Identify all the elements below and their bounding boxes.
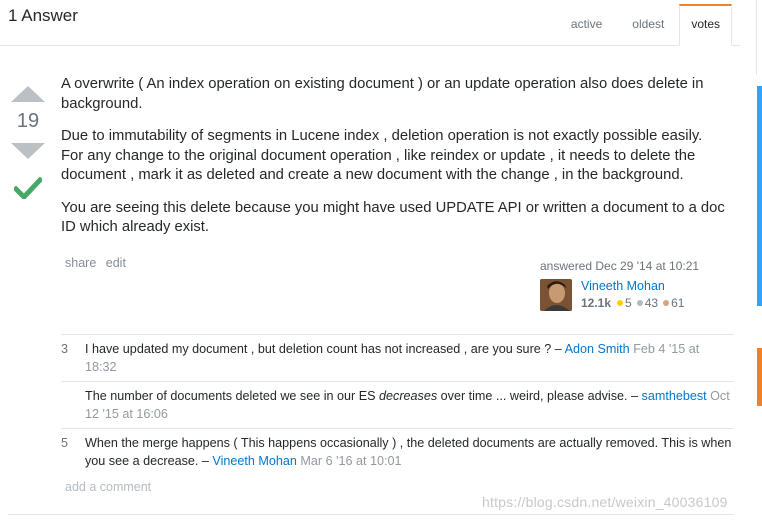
vote-cell: 19 xyxy=(10,86,46,204)
answer-paragraph: A overwrite ( An index operation on exis… xyxy=(61,76,704,112)
comment-text: The number of documents deleted we see i… xyxy=(85,389,380,403)
comment-user-link[interactable]: Vineeth Mohan xyxy=(212,454,297,468)
bronze-badge-count: 61 xyxy=(671,296,685,310)
comment-date[interactable]: Mar 6 '16 at 10:01 xyxy=(300,454,401,468)
comment-text: I have updated my document , but deletio… xyxy=(85,342,565,356)
comment-body: I have updated my document , but deletio… xyxy=(85,341,734,376)
upvote-arrow-icon[interactable] xyxy=(11,86,45,102)
comment-user-link[interactable]: samthebest xyxy=(642,389,707,403)
comment-text: When the merge happens ( This happens oc… xyxy=(85,436,732,468)
edit-link[interactable]: edit xyxy=(106,256,126,270)
comment-score xyxy=(61,388,85,423)
comment-user-link[interactable]: Adon Smith xyxy=(565,342,630,356)
post-menu: share edit xyxy=(65,256,132,270)
sort-tabs: active oldest votes xyxy=(556,4,732,46)
answer-paragraph: You are seeing this delete because you m… xyxy=(61,199,725,236)
add-comment-link[interactable]: add a comment xyxy=(65,480,151,494)
answers-count-title: 1 Answer xyxy=(8,6,78,25)
silver-badge-icon xyxy=(636,300,643,306)
bottom-divider xyxy=(8,514,734,515)
comments-list: 3 I have updated my document , but delet… xyxy=(61,334,734,475)
comment-score: 5 xyxy=(61,436,69,450)
comment-emphasis: decreases xyxy=(379,389,438,403)
answered-time: answered Dec 29 '14 at 10:21 xyxy=(540,259,700,273)
reputation-score: 12.1k xyxy=(581,296,612,310)
comment-score: 3 xyxy=(61,342,69,356)
gold-badge-icon xyxy=(617,300,624,306)
comment-text: over time ... weird, please advise. – xyxy=(437,389,642,403)
vote-count: 19 xyxy=(16,110,40,132)
comment-item: 5 When the merge happens ( This happens … xyxy=(61,429,734,475)
answer-body: A overwrite ( An index operation on exis… xyxy=(61,75,726,251)
sidebar-divider xyxy=(756,0,757,75)
answer-user-card: answered Dec 29 '14 at 10:21 Vineeth Moh… xyxy=(540,259,730,311)
avatar[interactable] xyxy=(540,279,572,311)
sidebar-accent-blue xyxy=(757,86,762,306)
comment-item: The number of documents deleted we see i… xyxy=(61,382,734,429)
comment-body: The number of documents deleted we see i… xyxy=(85,388,734,423)
tab-oldest[interactable]: oldest xyxy=(617,4,679,45)
downvote-arrow-icon[interactable] xyxy=(11,143,45,159)
share-link[interactable]: share xyxy=(65,256,96,270)
reputation-line: 12.1k 5 43 61 xyxy=(581,296,687,310)
gold-badge-count: 5 xyxy=(625,296,632,310)
comment-item: 3 I have updated my document , but delet… xyxy=(61,335,734,382)
answer-paragraph: Due to immutability of segments in Lucen… xyxy=(61,128,703,183)
sidebar-accent-orange xyxy=(757,348,762,406)
tab-active[interactable]: active xyxy=(556,4,617,45)
accepted-checkmark-icon xyxy=(10,176,46,204)
silver-badge-count: 43 xyxy=(644,296,659,310)
user-name-link[interactable]: Vineeth Mohan xyxy=(581,279,687,294)
watermark-text: https://blog.csdn.net/weixin_40036109 xyxy=(482,494,728,510)
tab-votes[interactable]: votes xyxy=(679,4,732,46)
comment-body: When the merge happens ( This happens oc… xyxy=(85,435,734,470)
answers-header: 1 Answer active oldest votes xyxy=(0,0,740,46)
bronze-badge-icon xyxy=(663,300,670,306)
